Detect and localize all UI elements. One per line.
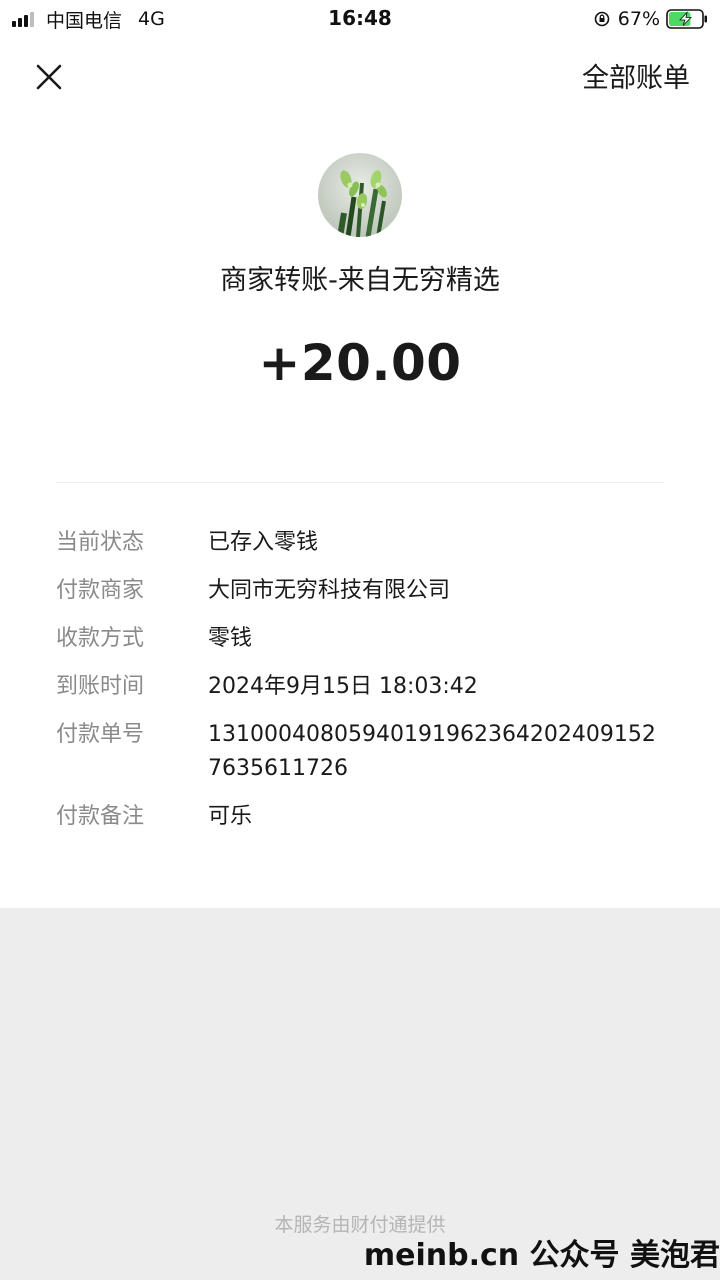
detail-label: 到账时间 bbox=[56, 674, 145, 699]
watermark-text: meinb.cn 公众号 美泡君 bbox=[363, 1238, 720, 1273]
detail-label: 付款备注 bbox=[56, 804, 145, 829]
detail-label: 付款单号 bbox=[56, 722, 145, 747]
detail-row-order-no: 付款单号 13100040805940191962364202409152763… bbox=[56, 718, 676, 786]
detail-value: 零钱 bbox=[208, 626, 253, 651]
detail-row-remark: 付款备注 可乐 bbox=[56, 800, 676, 834]
rotation-lock-icon bbox=[594, 11, 610, 27]
detail-row-method: 收款方式 零钱 bbox=[56, 622, 676, 656]
detail-value: 已存入零钱 bbox=[208, 530, 319, 555]
detail-row-status: 当前状态 已存入零钱 bbox=[56, 526, 676, 560]
all-bills-link[interactable]: 全部账单 bbox=[582, 56, 690, 95]
divider bbox=[56, 482, 664, 483]
detail-value[interactable]: 1310004080594019196236420240915276356117… bbox=[208, 718, 658, 786]
detail-row-time: 到账时间 2024年9月15日 18:03:42 bbox=[56, 670, 676, 704]
detail-label: 收款方式 bbox=[56, 626, 145, 651]
battery-percent: 67% bbox=[617, 8, 660, 30]
transaction-amount: +20.00 bbox=[258, 334, 462, 392]
detail-value: 大同市无穷科技有限公司 bbox=[208, 578, 451, 603]
bill-detail-page: 中国电信 4G 16:48 67% 全部账单 商家转账-来自无穷精选 +20.0… bbox=[0, 0, 720, 1280]
detail-row-merchant: 付款商家 大同市无穷科技有限公司 bbox=[56, 574, 676, 608]
transaction-title: 商家转账-来自无穷精选 bbox=[220, 265, 500, 296]
detail-value: 可乐 bbox=[208, 804, 253, 829]
orchid-photo bbox=[318, 153, 402, 237]
status-bar: 中国电信 4G 16:48 67% bbox=[0, 0, 720, 38]
detail-value: 2024年9月15日 18:03:42 bbox=[208, 674, 478, 699]
merchant-avatar bbox=[318, 153, 402, 237]
transaction-card: 全部账单 商家转账-来自无穷精选 +20.00 当前状态 已存入零钱 付款商家 … bbox=[0, 38, 720, 908]
close-button[interactable] bbox=[28, 56, 70, 98]
battery-charging-icon bbox=[666, 9, 707, 29]
detail-list: 当前状态 已存入零钱 付款商家 大同市无穷科技有限公司 收款方式 零钱 到账时间… bbox=[56, 526, 676, 848]
close-icon bbox=[36, 64, 62, 90]
status-right: 67% bbox=[594, 6, 708, 32]
detail-label: 付款商家 bbox=[56, 578, 145, 603]
detail-label: 当前状态 bbox=[56, 530, 145, 555]
